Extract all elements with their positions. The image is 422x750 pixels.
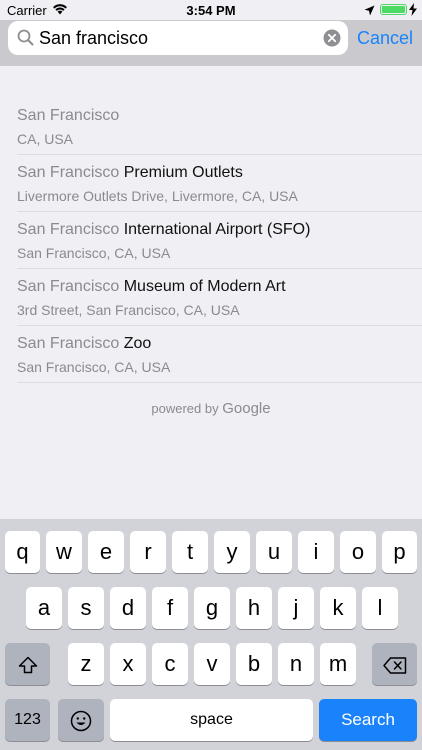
- key-r[interactable]: r: [130, 531, 166, 573]
- search-input[interactable]: [39, 25, 319, 51]
- search-field[interactable]: [8, 21, 348, 55]
- list-item[interactable]: San Francisco Premium Outlets Livermore …: [17, 155, 422, 212]
- result-title-rest: International Airport (SFO): [119, 221, 311, 238]
- result-title-rest: Museum of Modern Art: [119, 278, 286, 295]
- key-c[interactable]: c: [152, 643, 188, 685]
- key-e[interactable]: e: [88, 531, 124, 573]
- attribution-prefix: powered by: [151, 401, 219, 416]
- key-h[interactable]: h: [236, 587, 272, 629]
- result-match-text: San Francisco: [17, 164, 120, 181]
- key-g[interactable]: g: [194, 587, 230, 629]
- key-v[interactable]: v: [194, 643, 230, 685]
- result-title: San Francisco Museum of Modern Art: [17, 278, 286, 296]
- key-j[interactable]: j: [278, 587, 314, 629]
- backspace-key[interactable]: [372, 643, 417, 685]
- key-i[interactable]: i: [298, 531, 334, 573]
- key-o[interactable]: o: [340, 531, 376, 573]
- list-item[interactable]: San Francisco Museum of Modern Art 3rd S…: [17, 269, 422, 326]
- key-w[interactable]: w: [46, 531, 82, 573]
- result-title-rest: Premium Outlets: [119, 164, 243, 181]
- key-x[interactable]: x: [110, 643, 146, 685]
- key-y[interactable]: y: [214, 531, 250, 573]
- key-l[interactable]: l: [362, 587, 398, 629]
- result-subtitle: Livermore Outlets Drive, Livermore, CA, …: [17, 188, 298, 204]
- result-title-rest: Zoo: [119, 335, 152, 352]
- result-subtitle: San Francisco, CA, USA: [17, 359, 171, 375]
- search-key[interactable]: Search: [319, 699, 417, 741]
- results-list: San Francisco CA, USA San Francisco Prem…: [0, 98, 422, 383]
- numbers-key[interactable]: 123: [5, 699, 50, 741]
- divider: [17, 382, 422, 383]
- clock: 3:54 PM: [186, 3, 236, 18]
- emoji-icon: [70, 707, 92, 732]
- key-b[interactable]: b: [236, 643, 272, 685]
- result-subtitle: CA, USA: [17, 131, 74, 147]
- space-key[interactable]: space: [110, 699, 313, 741]
- result-title: San Francisco International Airport (SFO…: [17, 221, 310, 239]
- status-bar: Carrier 3:54 PM: [0, 0, 422, 20]
- result-title: San Francisco Premium Outlets: [17, 164, 243, 182]
- emoji-key[interactable]: [58, 699, 104, 741]
- key-k[interactable]: k: [320, 587, 356, 629]
- google-logo: Google: [222, 400, 271, 417]
- key-p[interactable]: p: [382, 531, 417, 573]
- key-u[interactable]: u: [256, 531, 292, 573]
- search-bar: Cancel: [0, 20, 422, 66]
- shift-key[interactable]: [5, 643, 50, 685]
- result-subtitle: San Francisco, CA, USA: [17, 245, 171, 261]
- key-q[interactable]: q: [5, 531, 40, 573]
- shift-icon: [18, 651, 38, 676]
- result-match-text: San Francisco: [17, 221, 120, 238]
- list-item[interactable]: San Francisco Zoo San Francisco, CA, USA: [17, 326, 422, 383]
- charging-bolt-icon: [409, 3, 417, 19]
- google-attribution: powered by Google: [0, 400, 422, 417]
- key-m[interactable]: m: [320, 643, 356, 685]
- result-title: San Francisco Zoo: [17, 335, 151, 353]
- list-item[interactable]: San Francisco International Airport (SFO…: [17, 212, 422, 269]
- result-match-text: San Francisco: [17, 107, 120, 124]
- key-z[interactable]: z: [68, 643, 104, 685]
- result-subtitle: 3rd Street, San Francisco, CA, USA: [17, 302, 240, 318]
- result-match-text: San Francisco: [17, 278, 120, 295]
- search-icon: [17, 29, 34, 51]
- clear-text-icon[interactable]: [323, 29, 341, 52]
- result-title: San Francisco: [17, 107, 119, 125]
- backspace-icon: [382, 651, 407, 676]
- cancel-button[interactable]: Cancel: [357, 26, 417, 50]
- key-a[interactable]: a: [26, 587, 62, 629]
- key-t[interactable]: t: [172, 531, 208, 573]
- result-match-text: San Francisco: [17, 335, 120, 352]
- list-item[interactable]: San Francisco CA, USA: [17, 98, 422, 155]
- key-d[interactable]: d: [110, 587, 146, 629]
- location-arrow-icon: [364, 4, 375, 19]
- key-f[interactable]: f: [152, 587, 188, 629]
- battery-icon: [380, 4, 407, 15]
- keyboard: q w e r t y u i o p a s d f g h j k l z …: [0, 519, 422, 750]
- key-s[interactable]: s: [68, 587, 104, 629]
- key-n[interactable]: n: [278, 643, 314, 685]
